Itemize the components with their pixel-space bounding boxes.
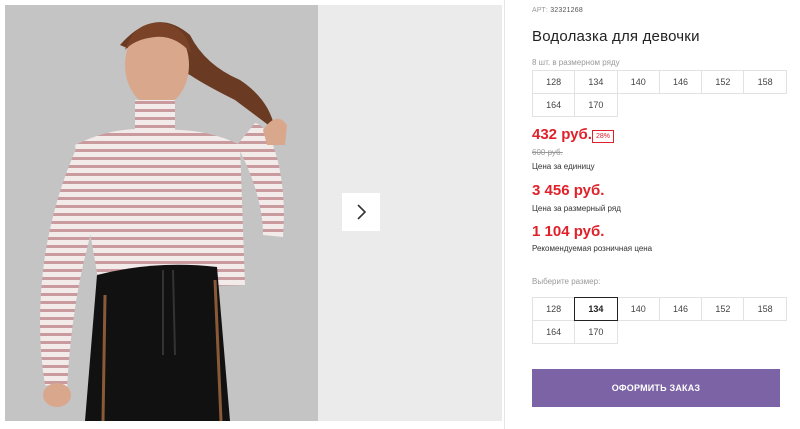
product-gallery xyxy=(5,5,502,426)
pack-size-cell: 128 xyxy=(532,70,576,94)
retail-price-caption: Рекомендуемая розничная цена xyxy=(532,244,653,253)
pack-size-cell: 152 xyxy=(701,70,745,94)
unit-price: 432 руб. xyxy=(532,126,592,143)
pack-price-caption: Цена за размерный ряд xyxy=(532,204,621,213)
pack-size-cell: 164 xyxy=(532,93,576,117)
pack-size-grid: 128 134 140 146 152 158 164 170 xyxy=(532,70,787,117)
pack-size-label: 8 шт. в размерном ряду xyxy=(532,58,620,67)
pack-size-cell: 170 xyxy=(574,93,618,117)
discount-badge: 28% xyxy=(592,130,615,143)
size-option[interactable]: 146 xyxy=(658,297,703,321)
panel-divider xyxy=(504,0,505,429)
article-value: 32321268 xyxy=(550,7,583,14)
size-option[interactable]: 164 xyxy=(532,320,576,344)
size-option[interactable]: 152 xyxy=(701,297,745,321)
size-selector-grid: 128 134 140 146 152 158 164 170 xyxy=(532,297,787,344)
product-photo xyxy=(5,5,318,421)
pack-size-cell: 158 xyxy=(743,70,787,94)
pack-size-cell: 140 xyxy=(616,70,660,94)
retail-price: 1 104 руб. xyxy=(532,223,605,240)
size-option[interactable]: 134 xyxy=(574,297,618,321)
article-number: АРТ: 32321268 xyxy=(532,7,583,14)
article-label: АРТ: xyxy=(532,7,549,14)
pack-size-cell: 146 xyxy=(658,70,703,94)
chevron-right-icon xyxy=(357,204,367,220)
size-option[interactable]: 140 xyxy=(616,297,660,321)
size-option[interactable]: 128 xyxy=(532,297,576,321)
pack-size-cell: 134 xyxy=(574,70,618,94)
gallery-next-button[interactable] xyxy=(342,193,380,231)
old-price: 600 руб. xyxy=(532,148,563,157)
size-option[interactable]: 170 xyxy=(574,320,618,344)
pack-price: 3 456 руб. xyxy=(532,182,605,199)
choose-size-label: Выберите размер: xyxy=(532,277,601,286)
product-info-panel: АРТ: 32321268 Водолазка для девочки 8 шт… xyxy=(532,0,792,429)
product-title: Водолазка для девочки xyxy=(532,28,700,45)
unit-price-caption: Цена за единицу xyxy=(532,162,595,171)
size-option[interactable]: 158 xyxy=(743,297,787,321)
order-button[interactable]: ОФОРМИТЬ ЗАКАЗ xyxy=(532,369,780,407)
